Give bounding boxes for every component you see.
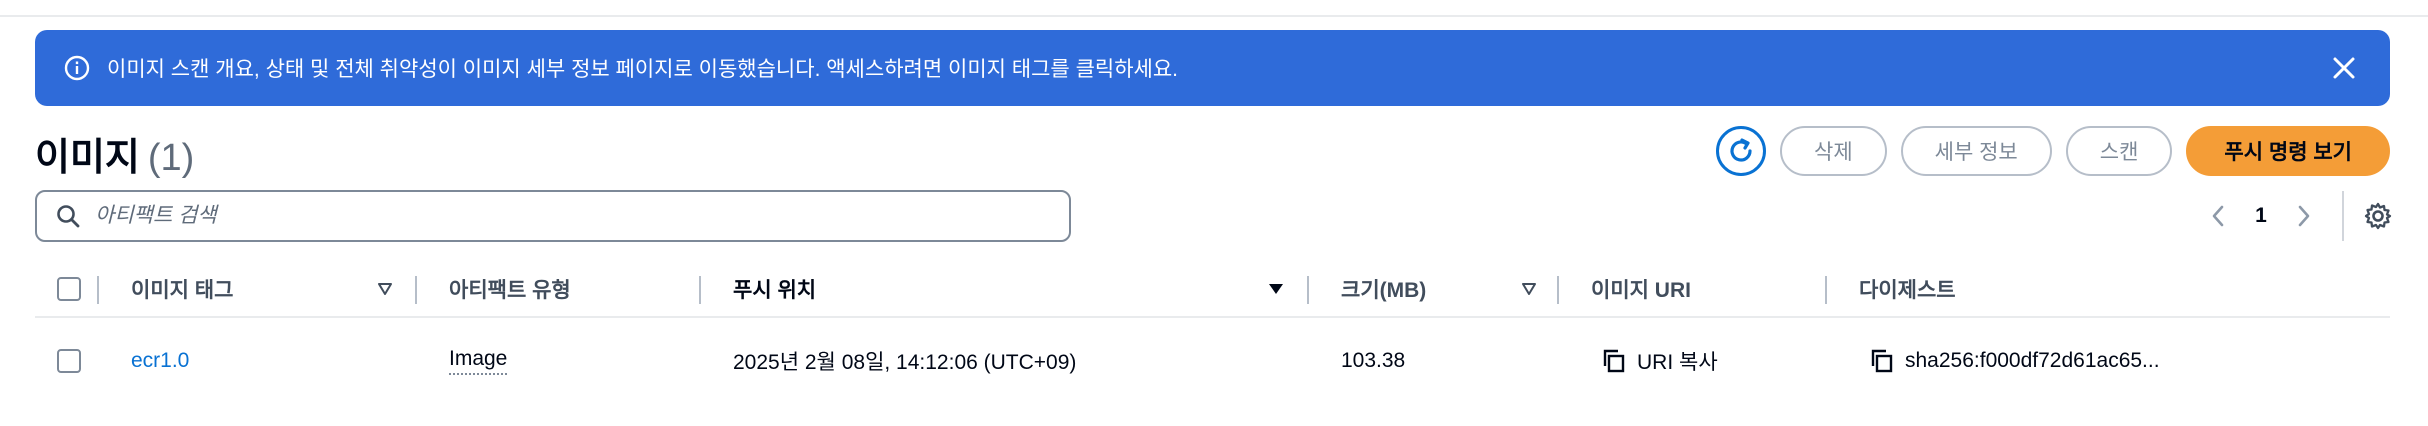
size-value: 103.38: [1341, 349, 1406, 372]
next-page-icon[interactable]: [2284, 196, 2324, 236]
sort-down-filled-icon[interactable]: [1267, 282, 1285, 296]
column-divider: [1557, 276, 1559, 304]
column-header-digest[interactable]: 다이제스트: [1859, 274, 1956, 304]
images-table: 이미지 태그 아티팩트 유형 푸시 위치 크기(MB) 이미지 URI 다이제스…: [35, 262, 2390, 404]
page-title-text: 이미지: [35, 137, 140, 179]
column-header-image-uri[interactable]: 이미지 URI: [1591, 274, 1691, 304]
digest-value: sha256:f000df72d61ac65...: [1905, 349, 2160, 372]
column-divider: [97, 276, 99, 304]
delete-button[interactable]: 삭제: [1780, 126, 1887, 176]
search-box: [35, 190, 1071, 242]
pushed-at-value: 2025년 2월 08일, 14:12:06 (UTC+09): [733, 351, 1077, 374]
column-header-artifact-type[interactable]: 아티팩트 유형: [449, 274, 571, 304]
copy-digest-button[interactable]: sha256:f000df72d61ac65...: [1869, 348, 2160, 374]
pagination: 1: [2198, 190, 2398, 242]
top-divider: [0, 0, 2428, 17]
column-header-image-tag[interactable]: 이미지 태그: [131, 274, 233, 304]
copy-icon: [1869, 348, 1895, 374]
column-divider: [415, 276, 417, 304]
column-header-pushed-at[interactable]: 푸시 위치: [733, 274, 816, 304]
column-divider: [1307, 276, 1309, 304]
search-icon: [55, 203, 81, 229]
select-all-checkbox[interactable]: [57, 277, 81, 301]
column-divider: [1825, 276, 1827, 304]
table-row[interactable]: ecr1.0 Image 2025년 2월 08일, 14:12:06 (UTC…: [35, 318, 2390, 404]
scan-button[interactable]: 스캔: [2065, 126, 2173, 176]
image-tag-link[interactable]: ecr1.0: [131, 349, 189, 373]
refresh-button[interactable]: [1716, 126, 1766, 176]
close-icon[interactable]: [2326, 50, 2362, 86]
search-input[interactable]: [95, 204, 1051, 228]
info-flash-banner: 이미지 스캔 개요, 상태 및 전체 취약성이 이미지 세부 정보 페이지로 이…: [35, 30, 2390, 106]
copy-icon: [1601, 348, 1627, 374]
pager-divider: [2342, 191, 2344, 241]
copy-uri-button[interactable]: URI 복사: [1601, 346, 1718, 376]
gear-icon[interactable]: [2358, 196, 2398, 236]
current-page-number[interactable]: 1: [2238, 204, 2284, 228]
refresh-icon: [1730, 138, 1752, 162]
table-header: 이미지 태그 아티팩트 유형 푸시 위치 크기(MB) 이미지 URI 다이제스…: [35, 262, 2390, 318]
view-push-commands-button[interactable]: 푸시 명령 보기: [2186, 126, 2390, 176]
previous-page-icon[interactable]: [2198, 196, 2238, 236]
copy-uri-label: URI 복사: [1637, 351, 1718, 374]
row-checkbox[interactable]: [57, 349, 81, 373]
image-count: (1): [147, 137, 195, 179]
action-toolbar: 삭제 세부 정보 스캔 푸시 명령 보기: [1716, 126, 2390, 176]
flash-message: 이미지 스캔 개요, 상태 및 전체 취약성이 이미지 세부 정보 페이지로 이…: [107, 58, 1179, 81]
sort-down-icon[interactable]: [1521, 282, 1537, 296]
details-button[interactable]: 세부 정보: [1900, 126, 2052, 176]
sort-down-icon[interactable]: [377, 282, 393, 296]
artifact-type-value[interactable]: Image: [449, 347, 508, 375]
page-title: 이미지 (1): [35, 126, 194, 181]
column-divider: [699, 276, 701, 304]
info-icon: [63, 54, 91, 82]
column-header-size[interactable]: 크기(MB): [1341, 274, 1426, 304]
